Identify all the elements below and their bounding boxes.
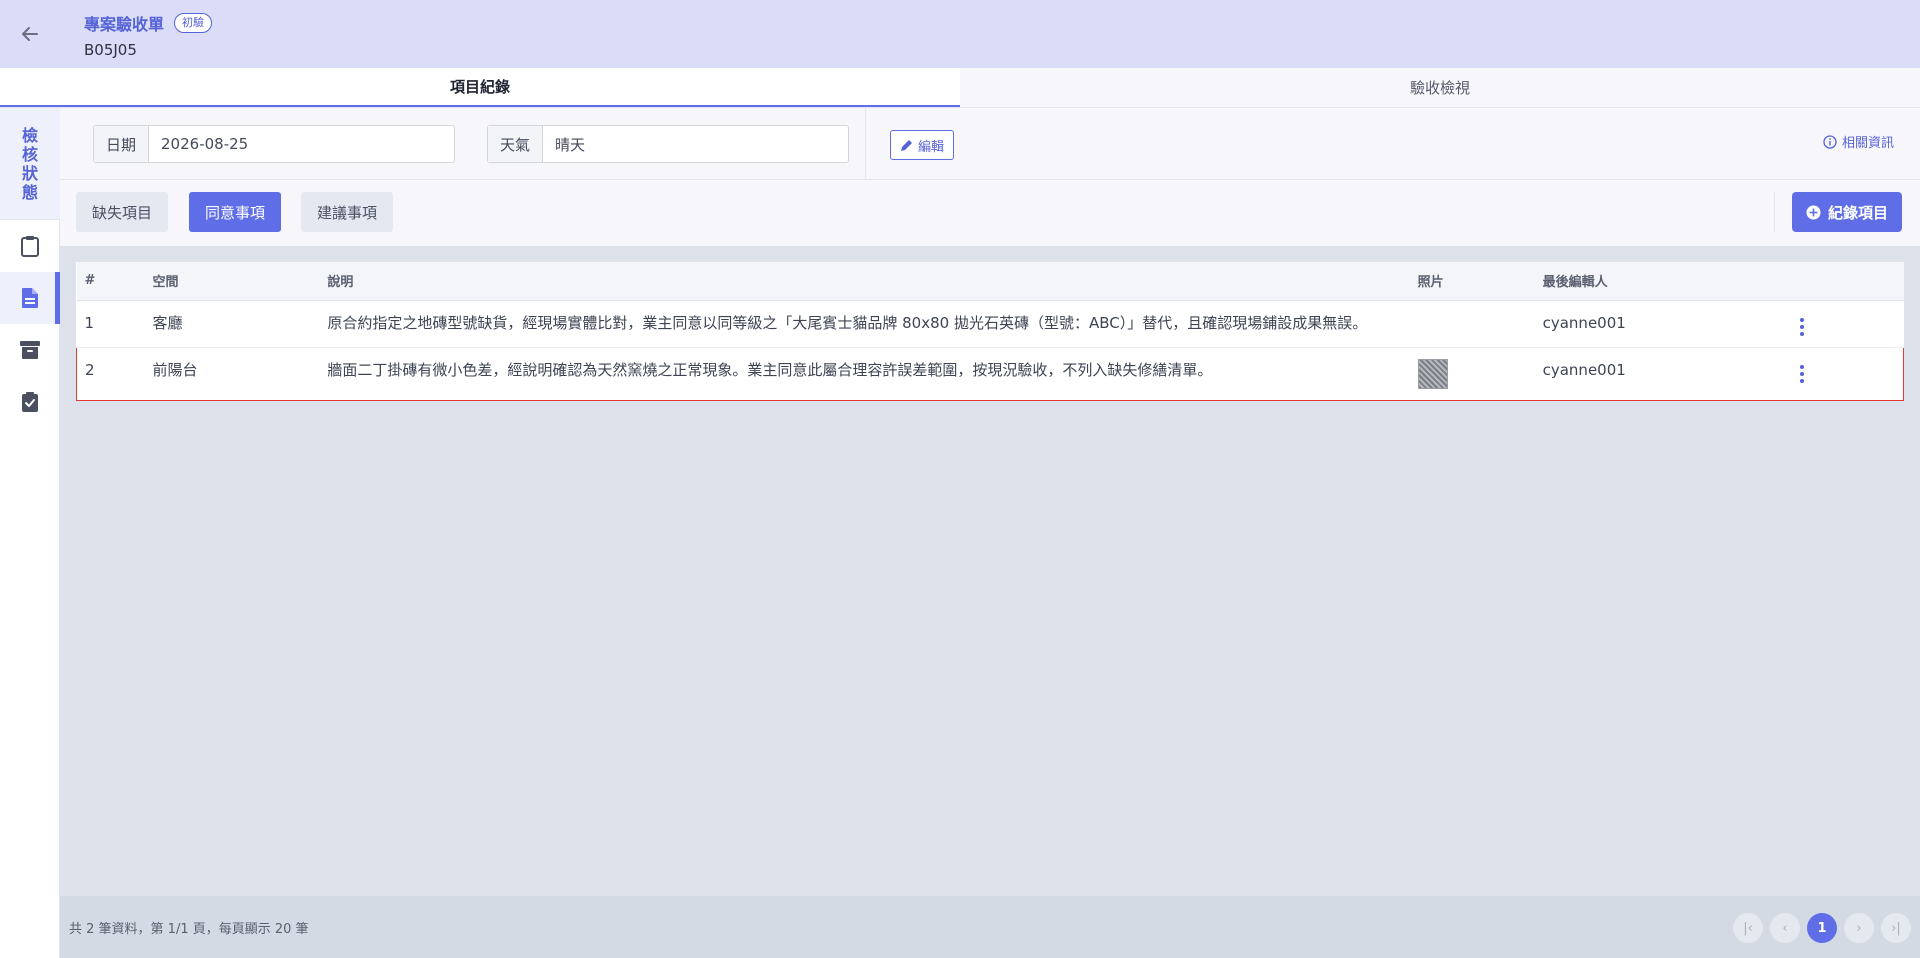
sidebar-item-document[interactable]	[0, 272, 60, 324]
header-actions	[1779, 262, 1904, 301]
date-label: 日期	[94, 126, 150, 162]
info-icon	[1823, 134, 1837, 149]
row-description: 原合約指定之地磚型號缺貨，經現場實體比對，業主同意以同等級之「大尾賓士貓品牌 8…	[319, 300, 1410, 348]
project-code: B05J05	[84, 41, 137, 59]
sidebar-item-checklist[interactable]	[0, 376, 60, 428]
prev-page-icon[interactable]: ‹	[1770, 913, 1800, 943]
weather-field[interactable]: 天氣 晴天	[487, 125, 849, 163]
related-info-link[interactable]: 相關資訊	[1823, 132, 1894, 151]
header-index: #	[76, 262, 145, 301]
row-description: 牆面二丁掛磚有微小色差，經說明確認為天然窯燒之正常現象。業主同意此屬合理容許誤差…	[319, 346, 1410, 401]
category-agreed-button[interactable]: 同意事項	[189, 192, 282, 232]
tab-item-records[interactable]: 項目紀錄	[0, 68, 960, 107]
row-index: 1	[76, 300, 145, 348]
tab-acceptance-review[interactable]: 驗收檢視	[960, 68, 1920, 107]
next-page-icon[interactable]: ›	[1844, 913, 1874, 943]
plus-circle-icon	[1806, 205, 1821, 219]
category-defects-button[interactable]: 缺失項目	[76, 192, 169, 232]
more-vertical-icon[interactable]	[1792, 312, 1812, 336]
photo-thumbnail[interactable]	[1417, 358, 1448, 389]
header-photo: 照片	[1409, 262, 1535, 301]
more-vertical-icon[interactable]	[1792, 359, 1812, 383]
filter-bar: 日期 2026-08-25 天氣 晴天 編輯 相關資訊	[60, 108, 1920, 180]
date-value[interactable]: 2026-08-25	[149, 126, 260, 162]
category-suggestions-button[interactable]: 建議事項	[301, 192, 394, 232]
clipboard-icon	[21, 236, 39, 257]
date-field[interactable]: 日期 2026-08-25	[93, 125, 455, 163]
back-button[interactable]	[0, 0, 60, 68]
status-char: 核	[21, 144, 38, 164]
inspection-status-button[interactable]: 檢 核 狀 態	[0, 108, 60, 220]
status-char: 檢	[21, 125, 38, 145]
row-actions	[1779, 300, 1904, 348]
sidebar: 檢 核 狀 態	[0, 108, 60, 958]
pager: |‹ ‹ 1 › ›|	[1733, 913, 1911, 943]
header-description: 說明	[319, 262, 1410, 301]
category-bar: 缺失項目 同意事項 建議事項 紀錄項目	[60, 180, 1920, 246]
stage-badge: 初驗	[174, 13, 213, 33]
row-space: 前陽台	[144, 346, 320, 401]
header-space: 空間	[144, 262, 320, 301]
pagination-footer: 共 2 筆資料，第 1/1 頁，每頁顯示 20 筆 |‹ ‹ 1 › ›|	[60, 896, 1920, 958]
add-record-label: 紀錄項目	[1828, 203, 1889, 222]
weather-label: 天氣	[488, 126, 544, 162]
add-record-button[interactable]: 紀錄項目	[1792, 192, 1903, 232]
row-editor: cyanne001	[1534, 346, 1780, 401]
archive-icon	[20, 341, 40, 359]
row-photo	[1409, 346, 1535, 401]
row-actions	[1779, 346, 1904, 401]
row-space: 客廳	[144, 300, 320, 348]
row-photo	[1409, 300, 1535, 348]
status-char: 態	[21, 182, 38, 202]
records-table: # 空間 說明 照片 最後編輯人 1 客廳 原合約指定之地磚型號缺貨，經現場實體…	[76, 262, 1904, 401]
top-bar: 專案驗收單 初驗 B05J05	[0, 0, 1920, 68]
arrow-left-icon	[22, 27, 38, 41]
header-editor: 最後編輯人	[1534, 262, 1780, 301]
pagination-summary: 共 2 筆資料，第 1/1 頁，每頁顯示 20 筆	[69, 922, 309, 937]
document-icon	[22, 288, 38, 308]
first-page-icon[interactable]: |‹	[1733, 913, 1763, 943]
row-index: 2	[76, 346, 145, 401]
divider	[1774, 192, 1775, 232]
last-page-icon[interactable]: ›|	[1881, 913, 1911, 943]
sidebar-item-clipboard[interactable]	[0, 220, 60, 272]
table-row[interactable]: 2 前陽台 牆面二丁掛磚有微小色差，經說明確認為天然窯燒之正常現象。業主同意此屬…	[76, 346, 1904, 401]
related-info-label: 相關資訊	[1841, 136, 1894, 151]
table-row[interactable]: 1 客廳 原合約指定之地磚型號缺貨，經現場實體比對，業主同意以同等級之「大尾賓士…	[76, 300, 1904, 348]
divider	[865, 108, 866, 180]
status-char: 狀	[21, 163, 38, 183]
tab-bar: 項目紀錄 驗收檢視	[0, 68, 1920, 108]
pencil-icon	[901, 139, 912, 151]
page-title: 專案驗收單	[84, 15, 165, 34]
clipboard-check-icon	[22, 392, 38, 412]
edit-button-label: 編輯	[918, 139, 945, 155]
title-block: 專案驗收單 初驗 B05J05	[60, 0, 213, 68]
sidebar-item-archive[interactable]	[0, 324, 60, 376]
table-header-row: # 空間 說明 照片 最後編輯人	[76, 262, 1904, 301]
weather-value[interactable]: 晴天	[543, 126, 597, 162]
edit-button[interactable]: 編輯	[890, 130, 955, 160]
main-content: 日期 2026-08-25 天氣 晴天 編輯 相關資訊 缺失項目 同意事項 建議…	[60, 108, 1920, 958]
page-number-button[interactable]: 1	[1807, 913, 1837, 943]
row-editor: cyanne001	[1534, 300, 1780, 348]
